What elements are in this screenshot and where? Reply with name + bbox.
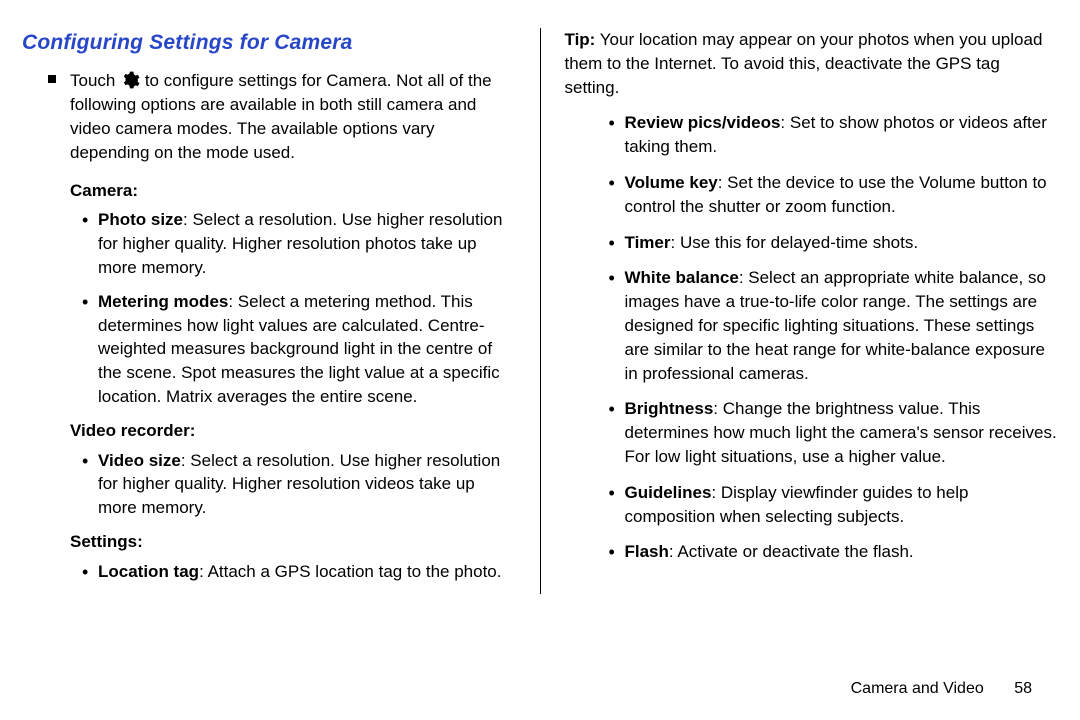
list-item: Review pics/videos: Set to show photos o… (609, 111, 1059, 159)
settings-bullet-list: Location tag: Attach a GPS location tag … (82, 560, 516, 584)
tip-label: Tip: (565, 30, 596, 49)
list-item: Photo size: Select a resolution. Use hig… (82, 208, 516, 279)
square-bullet-icon (48, 75, 56, 83)
term: White balance (625, 268, 739, 287)
camera-subhead: Camera: (70, 179, 516, 203)
term: Timer (625, 233, 671, 252)
list-item: Brightness: Change the brightness value.… (609, 397, 1059, 468)
term: Review pics/videos (625, 113, 781, 132)
intro-text: Touch to configure settings for Camera. … (70, 69, 516, 164)
list-item: Location tag: Attach a GPS location tag … (82, 560, 516, 584)
video-bullet-list: Video size: Select a resolution. Use hig… (82, 449, 516, 520)
list-item: White balance: Select an appropriate whi… (609, 266, 1059, 385)
list-item: Metering modes: Select a metering method… (82, 290, 516, 409)
page-footer: Camera and Video 58 (851, 678, 1032, 700)
term: Metering modes (98, 292, 228, 311)
tip-paragraph: Tip: Your location may appear on your ph… (565, 28, 1059, 99)
intro-pre: Touch (70, 71, 120, 90)
list-item: Volume key: Set the device to use the Vo… (609, 171, 1059, 219)
term: Video size (98, 451, 181, 470)
term: Photo size (98, 210, 183, 229)
term: Brightness (625, 399, 714, 418)
term: Guidelines (625, 483, 712, 502)
term: Flash (625, 542, 669, 561)
list-item: Guidelines: Display viewfinder guides to… (609, 481, 1059, 529)
list-item: Video size: Select a resolution. Use hig… (82, 449, 516, 520)
desc: : Use this for delayed-time shots. (671, 233, 919, 252)
left-column: Configuring Settings for Camera Touch to… (22, 28, 516, 594)
settings-subhead: Settings: (70, 530, 516, 554)
footer-section: Camera and Video (851, 680, 984, 697)
footer-page-number: 58 (1014, 680, 1032, 697)
camera-bullet-list: Photo size: Select a resolution. Use hig… (82, 208, 516, 408)
list-item: Timer: Use this for delayed-time shots. (609, 231, 1059, 255)
gear-icon (120, 70, 140, 90)
term: Volume key (625, 173, 718, 192)
section-heading: Configuring Settings for Camera (22, 28, 516, 57)
tip-text: Your location may appear on your photos … (565, 30, 1043, 97)
desc: : Activate or deactivate the flash. (669, 542, 914, 561)
right-bullet-list: Review pics/videos: Set to show photos o… (609, 111, 1059, 564)
list-item: Flash: Activate or deactivate the flash. (609, 540, 1059, 564)
video-subhead: Video recorder: (70, 419, 516, 443)
term: Location tag (98, 562, 199, 581)
desc: : Attach a GPS location tag to the photo… (199, 562, 501, 581)
right-column: Tip: Your location may appear on your ph… (540, 28, 1059, 594)
intro-row: Touch to configure settings for Camera. … (48, 69, 516, 164)
